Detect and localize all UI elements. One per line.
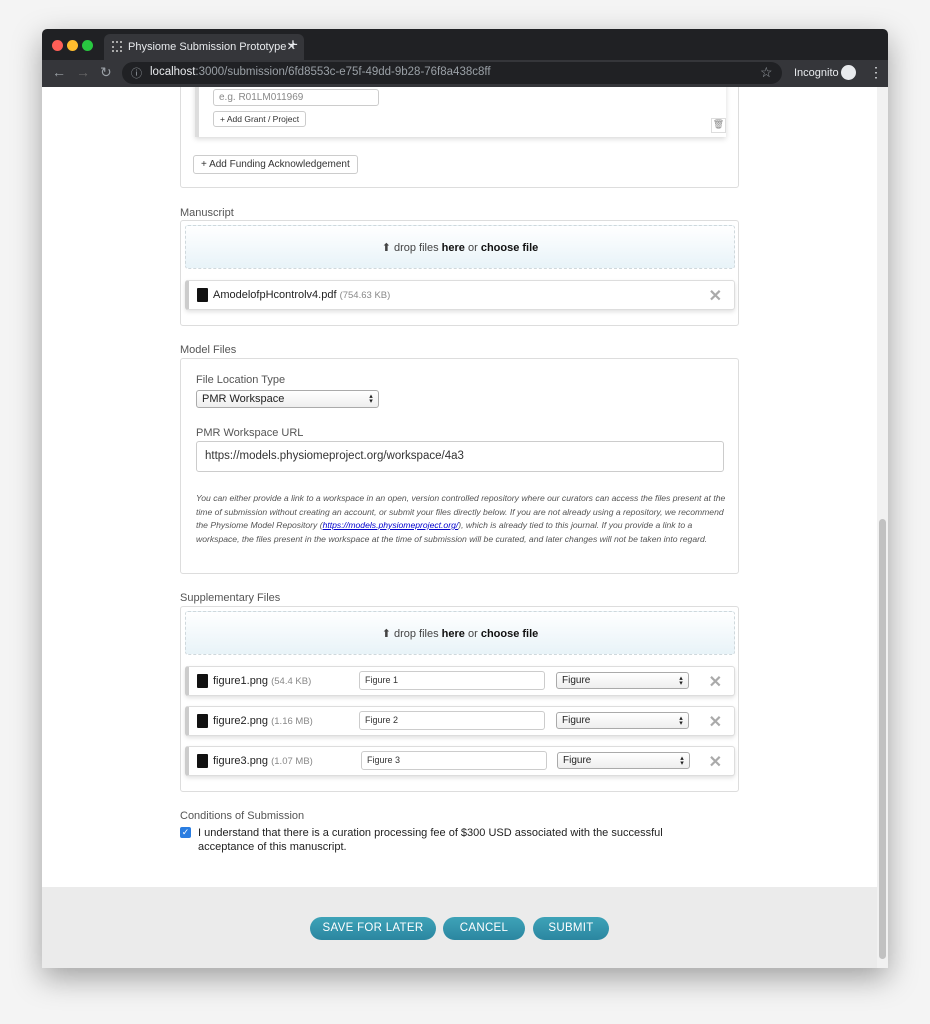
address-bar-row: ← → ↻ ⓘ localhost:3000/submission/6fd855… [42, 60, 888, 87]
choose-file-link[interactable]: choose file [481, 242, 538, 254]
manuscript-dropzone[interactable]: ⬆ drop files here or choose file [185, 225, 735, 269]
file-size: (754.63 KB) [339, 290, 391, 301]
workspace-url-input[interactable]: https://models.physiomeproject.org/works… [196, 441, 724, 472]
url-host: localhost [150, 66, 196, 78]
browser-window: Physiome Submission Prototype ✕ + ← → ↻ … [42, 29, 888, 968]
file-name: figure1.png [213, 675, 269, 687]
model-files-label: Model Files [180, 344, 237, 356]
remove-file-icon[interactable]: ✕ [709, 752, 722, 772]
workspace-url-label: PMR Workspace URL [196, 427, 304, 439]
upload-icon: ⬆ [381, 628, 391, 640]
conditions-checkbox[interactable]: ✓ [180, 827, 191, 838]
file-size: (1.07 MB) [271, 756, 313, 767]
supplementary-dropzone[interactable]: ⬆ drop files here or choose file [185, 611, 735, 655]
image-file-icon [197, 714, 208, 728]
incognito-label: Incognito [794, 67, 839, 79]
bookmark-star-icon[interactable]: ☆ [760, 64, 773, 81]
file-title-input[interactable]: Figure 1 [359, 671, 545, 690]
supplementary-panel: ⬆ drop files here or choose file figure1… [180, 606, 739, 792]
supplementary-file: figure2.png (1.16 MB) Figure 2 Figure ✕ [185, 706, 735, 736]
location-type-select[interactable]: PMR Workspace [196, 390, 379, 408]
drop-or: or [464, 628, 481, 640]
conditions-text: I understand that there is a curation pr… [198, 827, 663, 853]
drop-text: drop files [393, 242, 442, 254]
page-content: e.g. R01LM011969 + Add Grant / Project 🗑… [42, 87, 877, 887]
file-size: (1.16 MB) [271, 716, 313, 727]
minimize-window-button[interactable] [67, 40, 78, 51]
pdf-icon [197, 288, 208, 302]
remove-file-icon[interactable]: ✕ [709, 286, 722, 306]
tab-bar: Physiome Submission Prototype ✕ + [42, 29, 888, 60]
remove-file-icon[interactable]: ✕ [709, 712, 722, 732]
manuscript-panel: ⬆ drop files here or choose file Amodelo… [180, 220, 739, 326]
url-path: :3000/submission/6fd8553c-e75f-49dd-9b28… [195, 66, 491, 78]
favicon-icon [112, 41, 122, 52]
new-tab-button[interactable]: + [288, 35, 298, 55]
add-grant-button[interactable]: + Add Grant / Project [213, 111, 307, 127]
file-type-select[interactable]: Figure [556, 672, 689, 689]
maximize-window-button[interactable] [82, 40, 93, 51]
incognito-icon [841, 65, 856, 80]
submit-button[interactable]: SUBMIT [533, 917, 609, 940]
cancel-button[interactable]: CANCEL [443, 917, 525, 940]
remove-file-icon[interactable]: ✕ [709, 672, 722, 692]
file-name: AmodelofpHcontrolv4.pdf [213, 289, 337, 301]
scrollbar-thumb[interactable] [879, 519, 886, 959]
grant-number-input[interactable]: e.g. R01LM011969 [213, 89, 379, 106]
supplementary-file: figure1.png (54.4 KB) Figure 1 Figure ✕ [185, 666, 735, 696]
file-type-select[interactable]: Figure [557, 752, 690, 769]
drop-text: drop files [393, 628, 442, 640]
image-file-icon [197, 674, 208, 688]
manuscript-file: AmodelofpHcontrolv4.pdf (754.63 KB) ✕ [185, 280, 735, 310]
menu-icon[interactable]: ⋮ [869, 64, 883, 81]
pmr-link[interactable]: https://models.physiomeproject.org/ [323, 520, 459, 530]
info-icon: ⓘ [131, 68, 142, 80]
add-funding-button[interactable]: + Add Funding Acknowledgement [193, 155, 358, 174]
file-type-select[interactable]: Figure [556, 712, 689, 729]
action-footer: SAVE FOR LATER CANCEL SUBMIT [42, 887, 877, 968]
funding-panel: e.g. R01LM011969 + Add Grant / Project 🗑… [180, 87, 739, 188]
model-files-panel: File Location Type PMR Workspace PMR Wor… [180, 358, 739, 574]
image-file-icon [197, 754, 208, 768]
file-title-input[interactable]: Figure 2 [359, 711, 545, 730]
drop-here: here [441, 242, 465, 254]
browser-tab[interactable]: Physiome Submission Prototype ✕ [104, 34, 304, 60]
model-files-help: You can either provide a link to a works… [196, 492, 726, 546]
save-for-later-button[interactable]: SAVE FOR LATER [310, 917, 436, 940]
file-title-input[interactable]: Figure 3 [361, 751, 547, 770]
drop-or: or [464, 242, 481, 254]
supplementary-label: Supplementary Files [180, 592, 281, 604]
url-bar[interactable]: ⓘ localhost:3000/submission/6fd8553c-e75… [122, 62, 782, 84]
upload-icon: ⬆ [381, 242, 391, 254]
file-name: figure2.png [213, 715, 269, 727]
location-type-label: File Location Type [196, 374, 286, 386]
file-name: figure3.png [213, 755, 269, 767]
close-window-button[interactable] [52, 40, 63, 51]
file-size: (54.4 KB) [271, 676, 312, 687]
scrollbar[interactable] [877, 87, 888, 968]
choose-file-link[interactable]: choose file [481, 628, 538, 640]
supplementary-file: figure3.png (1.07 MB) Figure 3 Figure ✕ [185, 746, 735, 776]
delete-funding-icon[interactable]: 🗑 [711, 118, 726, 133]
manuscript-label: Manuscript [180, 207, 234, 219]
back-icon[interactable]: ← [52, 64, 66, 80]
drop-here: here [441, 628, 465, 640]
forward-icon[interactable]: → [76, 64, 90, 80]
tab-title: Physiome Submission Prototype [128, 41, 287, 53]
conditions-label: Conditions of Submission [180, 810, 305, 822]
reload-icon[interactable]: ↻ [100, 64, 112, 81]
funding-card: e.g. R01LM011969 + Add Grant / Project 🗑 [195, 87, 726, 137]
